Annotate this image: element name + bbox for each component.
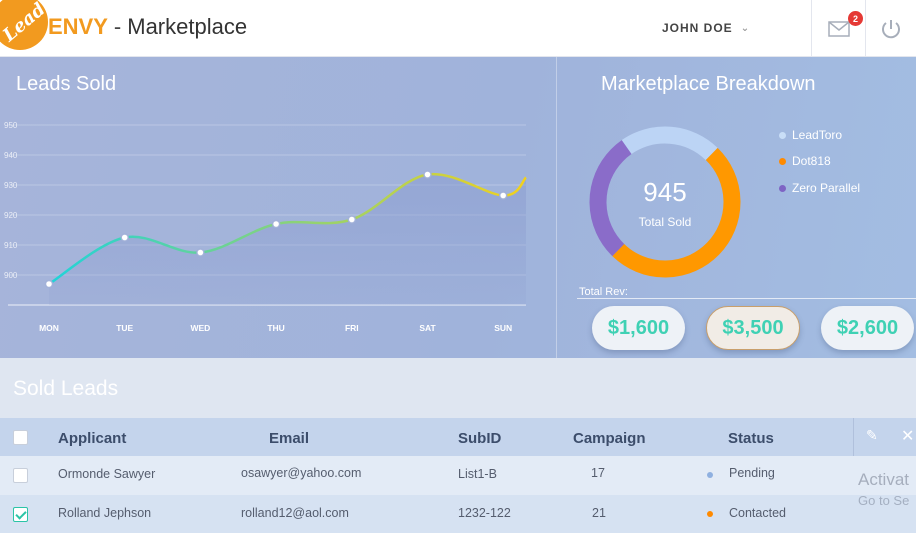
cell-subid: 1232-122 bbox=[458, 506, 511, 520]
cell-applicant: Ormonde Sawyer bbox=[58, 467, 156, 481]
y-tick-label: 910 bbox=[4, 241, 18, 250]
cell-campaign: 17 bbox=[591, 466, 605, 480]
page-title: ENVY - Marketplace bbox=[48, 14, 247, 40]
status-dot bbox=[707, 511, 713, 517]
table-row[interactable]: Ormonde Sawyer osawyer@yahoo.com List1-B… bbox=[0, 456, 916, 495]
title-separator: - bbox=[113, 14, 122, 39]
marketplace-breakdown-title: Marketplace Breakdown bbox=[601, 73, 816, 95]
row-checkbox-checked[interactable] bbox=[13, 507, 28, 522]
revenue-pill-leadtoro[interactable]: $1,600 bbox=[592, 306, 685, 350]
table-actions: ✎ ✕ bbox=[853, 418, 916, 456]
user-name: JOHN DOE bbox=[662, 21, 733, 35]
data-point[interactable] bbox=[423, 170, 432, 179]
total-rev-label: Total Rev: bbox=[579, 286, 628, 298]
y-tick-label: 900 bbox=[4, 271, 18, 280]
status-dot bbox=[707, 472, 713, 478]
cell-applicant: Rolland Jephson bbox=[58, 506, 152, 520]
y-tick-label: 920 bbox=[4, 211, 18, 220]
data-point[interactable] bbox=[347, 215, 357, 224]
power-icon bbox=[882, 19, 900, 38]
sold-leads-title: Sold Leads bbox=[13, 377, 119, 400]
cell-status: Contacted bbox=[729, 506, 786, 520]
logo-text: Lead bbox=[0, 0, 48, 47]
cell-email: rolland12@aol.com bbox=[241, 506, 349, 520]
data-point[interactable] bbox=[120, 233, 129, 242]
envelope-icon bbox=[827, 20, 850, 37]
data-point[interactable] bbox=[44, 279, 54, 289]
legend-item-zero-parallel[interactable]: Zero Parallel bbox=[779, 181, 860, 195]
legend-item-leadtoro[interactable]: LeadToro bbox=[779, 128, 842, 142]
legend-label: Dot818 bbox=[792, 154, 831, 168]
data-point[interactable] bbox=[498, 191, 508, 200]
activation-watermark-sub: Go to Se bbox=[858, 493, 910, 508]
notification-badge: 2 bbox=[848, 11, 863, 26]
close-icon[interactable]: ✕ bbox=[901, 426, 914, 446]
y-tick-label: 940 bbox=[4, 151, 18, 160]
data-point[interactable] bbox=[271, 219, 281, 229]
legend-label: Zero Parallel bbox=[792, 181, 861, 195]
legend-item-dot818[interactable]: Dot818 bbox=[779, 154, 831, 168]
y-tick-label: 930 bbox=[4, 181, 18, 190]
edit-icon[interactable]: ✎ bbox=[866, 427, 878, 444]
legend-dot bbox=[779, 131, 786, 139]
data-point[interactable] bbox=[196, 248, 205, 257]
column-subid[interactable]: SubID bbox=[458, 430, 501, 447]
total-rev-divider bbox=[577, 298, 916, 299]
leads-sold-chart: 900 910 920 930 940 950 MON TUE WED THU FRI SAT SUN bbox=[4, 121, 527, 333]
legend-dot bbox=[779, 157, 786, 165]
app-header: Lead ENVY - Marketplace JOHN DOE ⌄ 2 bbox=[0, 0, 916, 57]
brand-name: ENVY bbox=[48, 14, 108, 39]
legend-label: LeadToro bbox=[792, 128, 843, 142]
x-tick-label: SAT bbox=[419, 323, 436, 333]
user-menu[interactable]: JOHN DOE ⌄ bbox=[662, 21, 750, 35]
revenue-pill-zero-parallel[interactable]: $2,600 bbox=[821, 306, 914, 350]
x-tick-label: THU bbox=[267, 323, 284, 333]
messages-button[interactable]: 2 bbox=[811, 0, 865, 57]
column-campaign[interactable]: Campaign bbox=[573, 430, 646, 447]
x-tick-label: WED bbox=[190, 323, 210, 333]
activation-watermark: Activat bbox=[858, 470, 910, 489]
chevron-down-icon: ⌄ bbox=[740, 22, 751, 34]
column-status[interactable]: Status bbox=[728, 430, 774, 447]
x-tick-label: SUN bbox=[494, 323, 512, 333]
table-row[interactable]: Rolland Jephson rolland12@aol.com 1232-1… bbox=[0, 495, 916, 533]
cell-email: osawyer@yahoo.com bbox=[241, 466, 362, 480]
select-all-checkbox[interactable] bbox=[13, 430, 28, 445]
cell-campaign: 21 bbox=[592, 506, 606, 520]
y-tick-label: 950 bbox=[4, 121, 18, 130]
panel-divider bbox=[556, 57, 557, 358]
cell-status: Pending bbox=[729, 466, 775, 480]
total-sold-label: Total Sold bbox=[639, 215, 692, 229]
legend-dot bbox=[779, 184, 786, 192]
column-applicant[interactable]: Applicant bbox=[58, 430, 126, 447]
cell-subid: List1-B bbox=[458, 467, 497, 481]
x-tick-label: TUE bbox=[116, 323, 133, 333]
x-tick-label: FRI bbox=[345, 323, 359, 333]
column-email[interactable]: Email bbox=[269, 430, 309, 447]
logo[interactable]: Lead bbox=[0, 0, 48, 50]
revenue-pill-dot818[interactable]: $3,500 bbox=[706, 306, 800, 350]
table-header: Applicant Email SubID Campaign Status ✎ … bbox=[0, 418, 916, 456]
total-sold-value: 945 bbox=[643, 177, 686, 207]
logout-button[interactable] bbox=[865, 0, 916, 57]
row-checkbox[interactable] bbox=[13, 468, 28, 483]
x-tick-label: MON bbox=[39, 323, 59, 333]
marketplace-donut-chart: 945 Total Sold bbox=[589, 126, 741, 278]
page-name: Marketplace bbox=[127, 14, 248, 39]
